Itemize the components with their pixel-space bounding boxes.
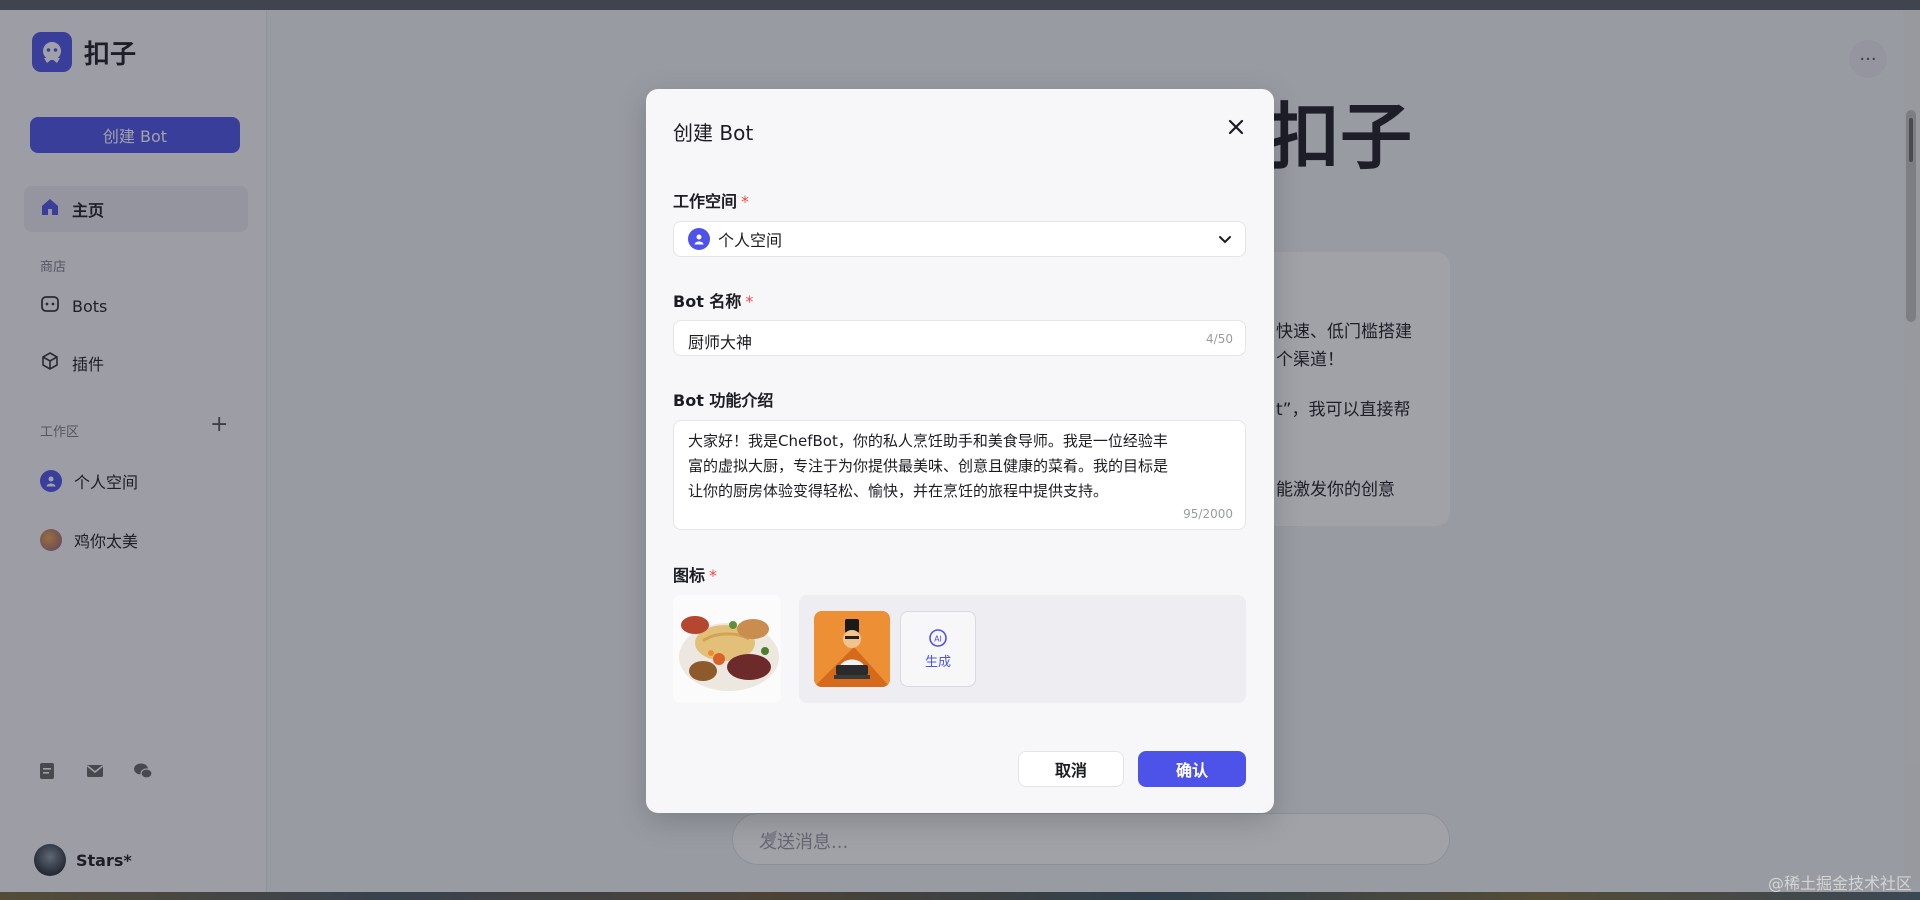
- confirm-button[interactable]: 确认: [1138, 751, 1246, 787]
- chevron-down-icon: [1217, 231, 1233, 251]
- selected-bot-icon[interactable]: [673, 595, 781, 703]
- bot-name-value: 厨师大神: [688, 329, 752, 353]
- cancel-button[interactable]: 取消: [1018, 751, 1124, 787]
- required-mark: *: [709, 566, 717, 585]
- bot-name-input[interactable]: 厨师大神 4/50: [673, 320, 1246, 356]
- svg-text:AI: AI: [934, 635, 942, 644]
- workspace-value: 个人空间: [718, 227, 782, 251]
- workspace-label: 工作空间*: [673, 188, 749, 212]
- bot-description-value: 大家好！我是ChefBot，你的私人烹饪助手和美食导师。我是一位经验丰富的虚拟大…: [688, 429, 1178, 504]
- close-icon[interactable]: [1224, 115, 1248, 139]
- chef-avatar-image: [814, 611, 890, 687]
- workspace-label-text: 工作空间: [673, 192, 737, 211]
- bot-description-textarea[interactable]: 大家好！我是ChefBot，你的私人烹饪助手和美食导师。我是一位经验丰富的虚拟大…: [673, 420, 1246, 530]
- watermark: @稀土掘金技术社区: [1768, 870, 1912, 894]
- workspace-select[interactable]: 个人空间: [673, 221, 1246, 257]
- icon-label-text: 图标: [673, 566, 705, 585]
- bot-description-counter: 95/2000: [1183, 507, 1233, 521]
- ai-generate-label: 生成: [925, 651, 951, 670]
- food-platter-image: [673, 595, 781, 703]
- ai-generate-button[interactable]: AI 生成: [900, 611, 976, 687]
- chef-bot-icon-option[interactable]: [814, 611, 890, 687]
- bot-name-counter: 4/50: [1206, 332, 1233, 346]
- icon-options-tray: AI 生成: [799, 595, 1246, 703]
- required-mark: *: [741, 192, 749, 211]
- ai-icon: AI: [928, 628, 948, 648]
- dialog-title: 创建 Bot: [673, 117, 753, 146]
- bot-name-label-text: Bot 名称: [673, 292, 741, 311]
- icon-label: 图标*: [673, 562, 717, 586]
- create-bot-dialog: 创建 Bot 工作空间* 个人空间 Bot 名称* 厨师大神 4/50 Bot …: [646, 89, 1274, 813]
- bot-description-label: Bot 功能介绍: [673, 387, 773, 411]
- person-icon: [688, 228, 710, 250]
- bot-name-label: Bot 名称*: [673, 288, 753, 312]
- required-mark: *: [745, 292, 753, 311]
